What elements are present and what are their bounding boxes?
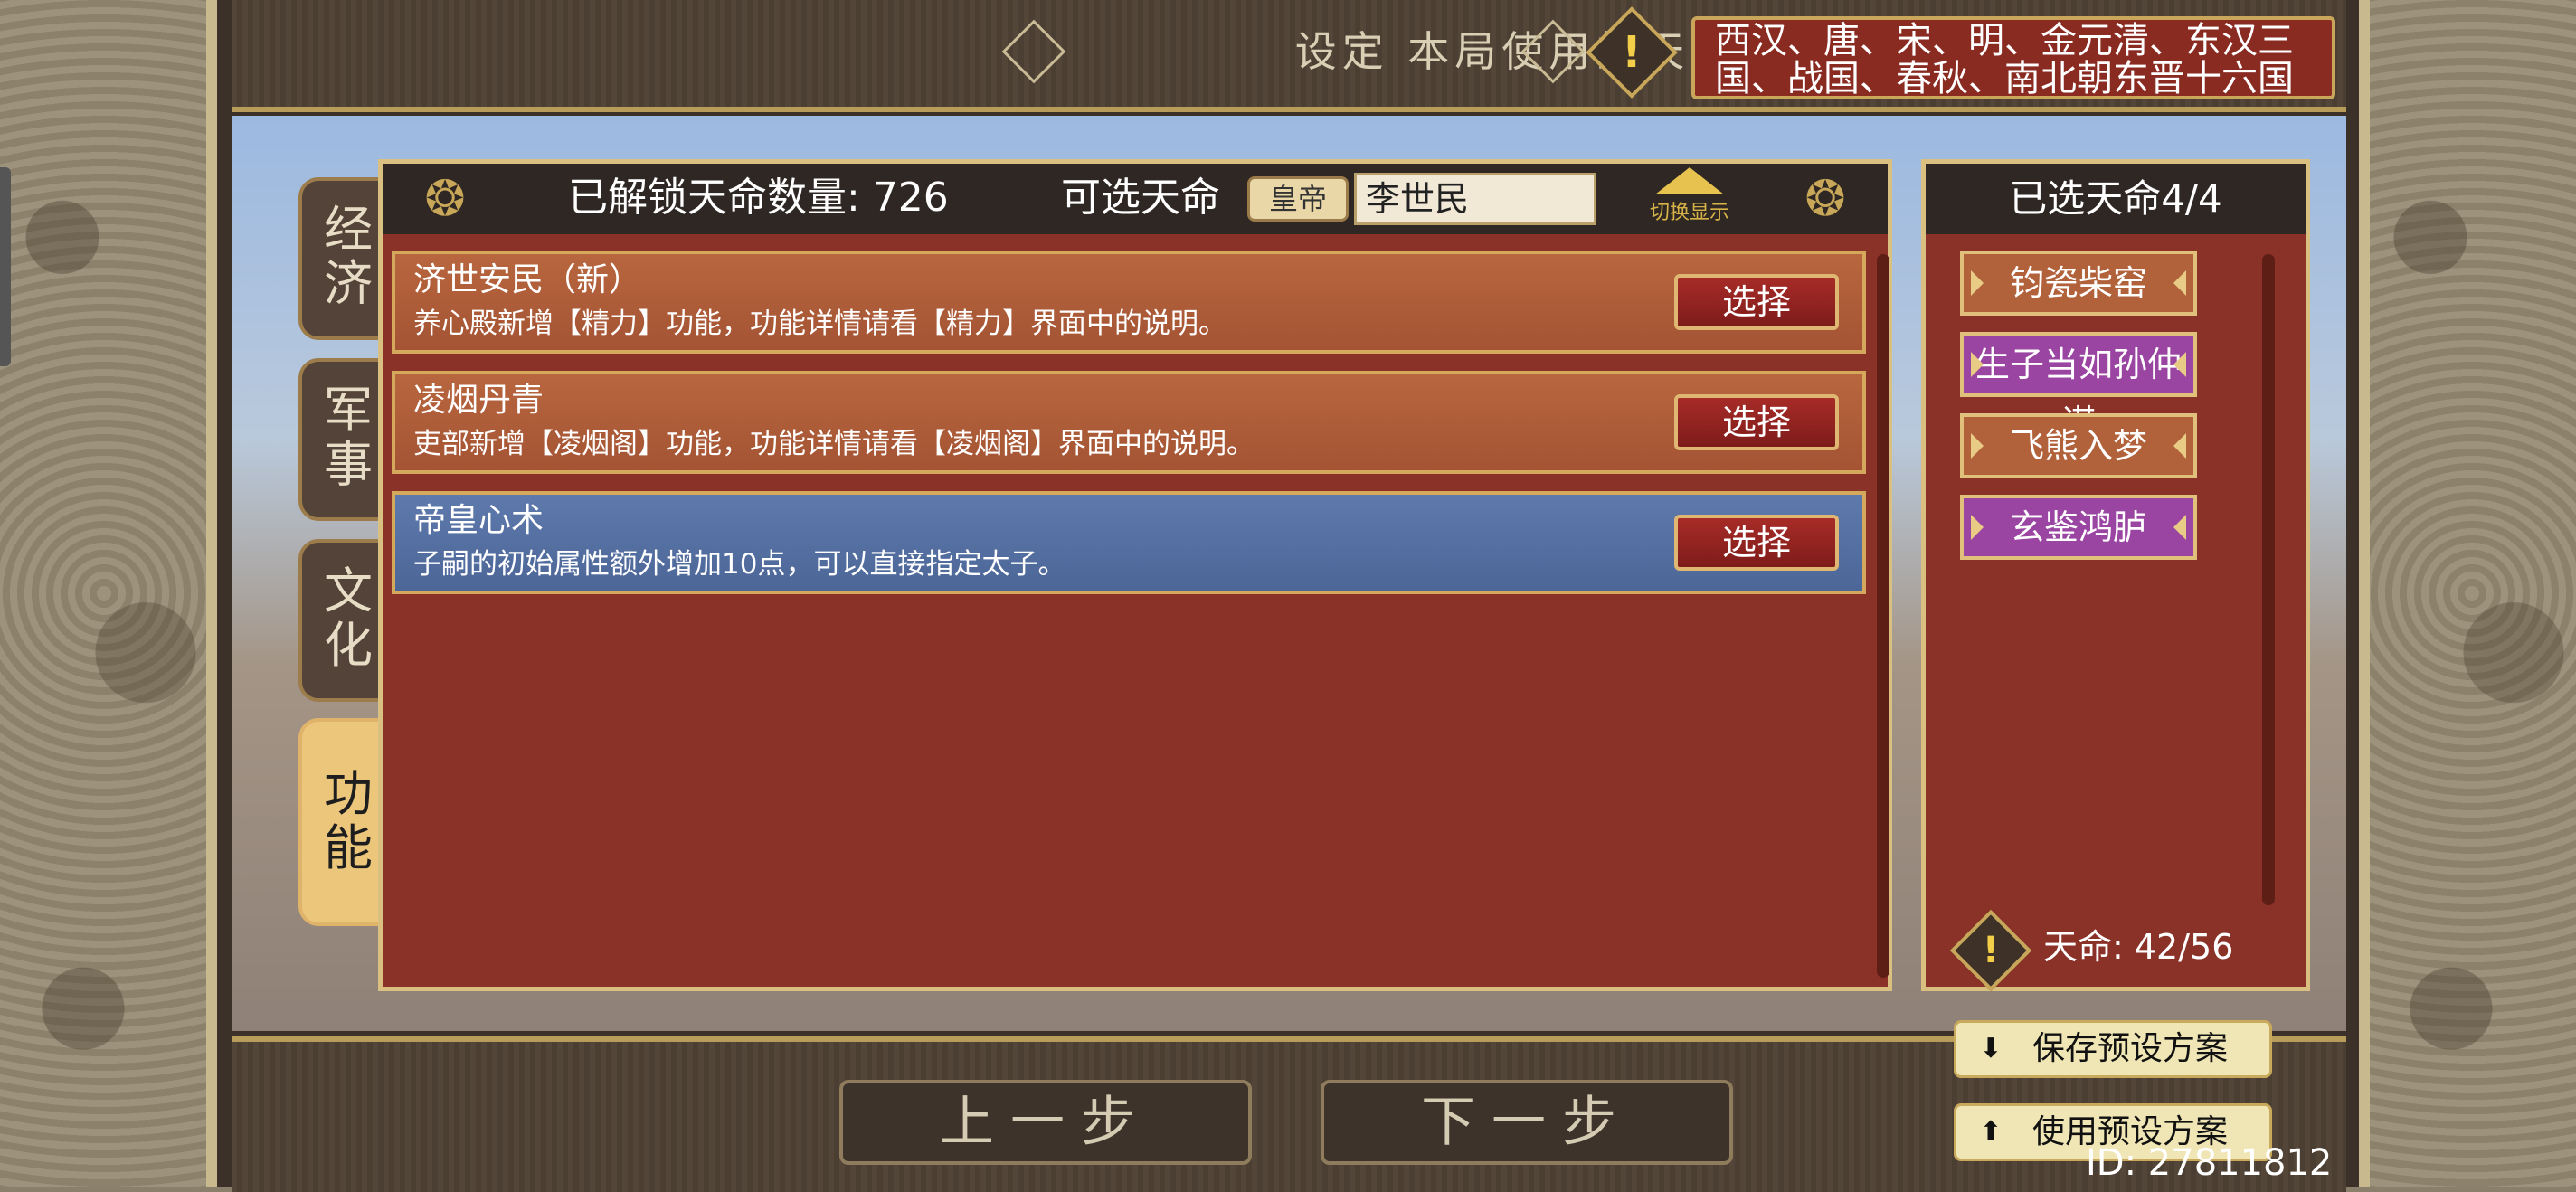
dragon-ornament-left-icon: ❂ — [424, 170, 466, 227]
selected-item[interactable]: 飞熊入梦 — [1960, 413, 2197, 478]
right-dragon-pattern — [2368, 0, 2576, 1187]
chevron-left-icon — [1971, 515, 1984, 540]
chevron-left-icon — [1971, 270, 1984, 296]
tianming-list-panel: ❂ 已解锁天命数量: 726 可选天命 皇帝 李世民 切换显示 ❂ 济世安民（新… — [378, 159, 1892, 991]
list-item-highlighted[interactable]: 帝皇心术 子嗣的初始属性额外增加10点，可以直接指定太子。 选择 — [392, 491, 1866, 594]
chevron-right-icon — [2174, 515, 2186, 540]
chevron-right-icon — [2174, 352, 2186, 377]
tianming-warning-icon[interactable]: ! — [1949, 909, 2032, 992]
selected-scrollbar[interactable] — [2262, 254, 2275, 905]
chevron-left-icon — [1971, 433, 1984, 459]
selected-item[interactable]: 生子当如孙仲谋 — [1960, 332, 2197, 442]
select-button[interactable]: 选择 — [1674, 394, 1839, 450]
selectable-label: 可选天命 — [1061, 175, 1220, 221]
search-input[interactable]: 李世民 — [1354, 173, 1596, 225]
select-button[interactable]: 选择 — [1674, 515, 1839, 571]
upload-icon: ⬆ — [1979, 1116, 2003, 1148]
chevron-left-icon — [1971, 352, 1984, 377]
list-item[interactable]: 凌烟丹青 吏部新增【凌烟阁】功能，功能详情请看【凌烟阁】界面中的说明。 选择 — [392, 371, 1866, 474]
emperor-filter-button[interactable]: 皇帝 — [1247, 176, 1349, 222]
screen-edge-handle[interactable] — [0, 167, 11, 366]
next-step-button[interactable]: 下一步 — [1321, 1080, 1733, 1165]
selected-item[interactable]: 钧瓷柴窑 — [1960, 251, 2197, 316]
toggle-display-icon — [1655, 167, 1724, 194]
list-scrollbar[interactable] — [1877, 254, 1889, 978]
list-item[interactable]: 济世安民（新） 养心殿新增【精力】功能，功能详情请看【精力】界面中的说明。 选择 — [392, 251, 1866, 354]
chevron-right-icon — [2174, 270, 2186, 296]
tianming-list: 济世安民（新） 养心殿新增【精力】功能，功能详情请看【精力】界面中的说明。 选择… — [392, 251, 1866, 611]
chevron-right-icon — [2174, 433, 2186, 459]
dynasties-banner: 西汉、唐、宋、明、金元清、东汉三国、战国、春秋、南北朝东晋十六国 — [1691, 16, 2335, 99]
title-ornament-left-icon — [1001, 19, 1066, 84]
tianming-counter: 天命: 42/56 — [2043, 927, 2234, 967]
player-id: ID: 27811812 — [2086, 1142, 2333, 1184]
download-icon: ⬇ — [1979, 1033, 2003, 1064]
toggle-display-button[interactable]: 切换显示 — [1631, 167, 1748, 231]
dragon-ornament-right-icon: ❂ — [1804, 170, 1846, 227]
selected-title: 已选天命4/4 — [1926, 164, 2306, 234]
select-button[interactable]: 选择 — [1674, 274, 1839, 330]
prev-step-button[interactable]: 上一步 — [839, 1080, 1252, 1165]
save-preset-button[interactable]: ⬇ 保存预设方案 — [1954, 1020, 2272, 1078]
left-dragon-pattern — [0, 0, 208, 1187]
selected-tianming-panel: 已选天命4/4 钧瓷柴窑 生子当如孙仲谋 飞熊入梦 玄鉴鸿胪 ! 天命: 42/… — [1921, 159, 2310, 992]
unlocked-count: 已解锁天命数量: 726 — [568, 175, 949, 221]
selected-item[interactable]: 玄鉴鸿胪 — [1960, 495, 2197, 560]
panel-header: ❂ 已解锁天命数量: 726 可选天命 皇帝 李世民 切换显示 ❂ — [383, 164, 1888, 234]
